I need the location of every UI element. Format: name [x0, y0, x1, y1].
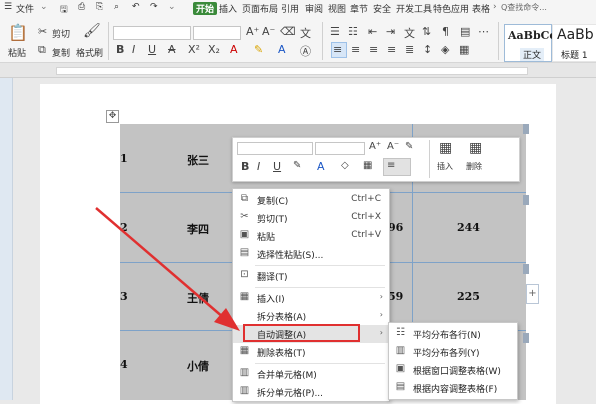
annotation-arrow: [95, 207, 240, 331]
